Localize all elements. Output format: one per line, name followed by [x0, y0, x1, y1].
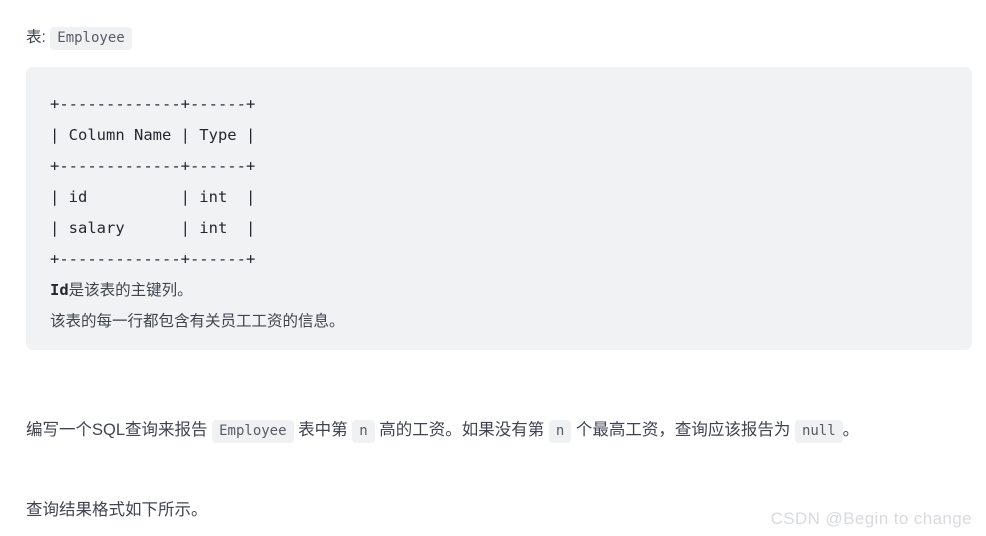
- problem-text-part-3: 高的工资。如果没有第: [374, 421, 549, 439]
- table-name-code: Employee: [50, 27, 132, 50]
- problem-text-part-1: 编写一个SQL查询来报告: [26, 421, 213, 439]
- schema-code-block: +-------------+------+ | Column Name | T…: [26, 67, 972, 350]
- csdn-watermark: CSDN @Begin to change: [770, 509, 972, 528]
- schema-note-primary-key: Id是该表的主键列。: [50, 275, 948, 306]
- problem-code-employee: Employee: [212, 420, 294, 443]
- problem-code-n-second: n: [548, 420, 572, 443]
- schema-note-primary-key-text: 是该表的主键列。: [68, 282, 193, 299]
- schema-ascii-line-5: +-------------+------+: [50, 250, 256, 268]
- problem-text-part-4: 个最高工资，查询应该报告为: [571, 421, 795, 439]
- table-caption: 表: Employee: [26, 25, 132, 51]
- problem-code-null: null: [794, 420, 843, 443]
- schema-note-row-description: 该表的每一行都包含有关员工工资的信息。: [50, 313, 345, 330]
- schema-note-code-id: Id: [50, 281, 69, 299]
- article-page: 表: Employee +-------------+------+ | Col…: [0, 0, 986, 536]
- problem-text-part-2: 表中第: [293, 421, 353, 439]
- schema-ascii-line-1: | Column Name | Type |: [50, 126, 256, 144]
- problem-text-part-5: 。: [842, 421, 860, 439]
- schema-ascii-line-4: | salary | int |: [50, 219, 256, 237]
- table-caption-label: 表:: [26, 29, 46, 46]
- problem-code-n-first: n: [352, 420, 375, 443]
- schema-ascii-line-0: +-------------+------+: [50, 95, 256, 113]
- problem-description-paragraph: 编写一个SQL查询来报告 Employee 表中第 n 高的工资。如果没有第 n…: [26, 410, 976, 451]
- schema-ascii-line-2: +-------------+------+: [50, 157, 256, 175]
- schema-ascii-line-3: | id | int |: [50, 188, 256, 206]
